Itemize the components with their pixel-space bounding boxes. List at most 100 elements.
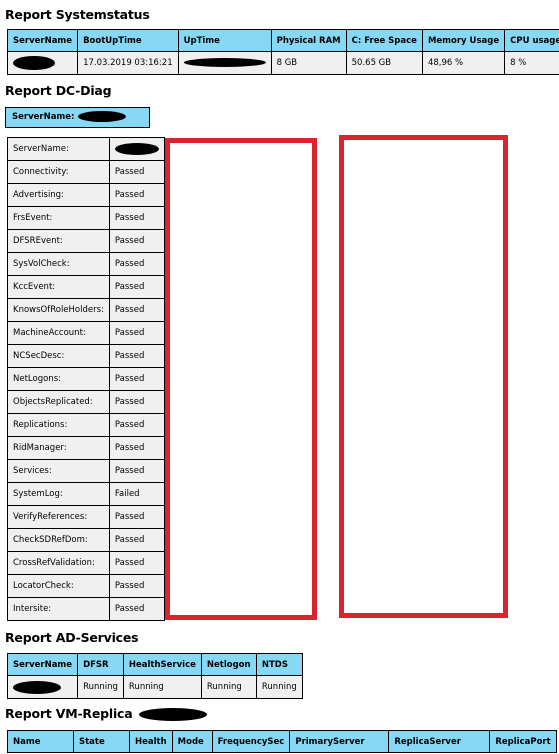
test-name-cell: Intersite: [7, 597, 110, 621]
c-free-space-cell: 50.65 GB [345, 51, 423, 75]
col-header: PrimaryServer [289, 730, 390, 753]
test-name-cell: KnowsOfRoleHolders: [7, 298, 110, 322]
test-name-cell: ServerName: [7, 137, 110, 161]
servername-cell [6, 51, 79, 75]
table-row: LocatorCheck: Passed [7, 574, 165, 598]
vmreplica-title-text: Report VM-Replica [5, 706, 133, 721]
server-label: ServerName: [12, 112, 75, 122]
test-result-cell: Passed [108, 206, 165, 230]
col-header: DFSR [77, 653, 124, 676]
vmreplica-title: Report VM-Replica [5, 706, 207, 721]
test-name-cell: Advertising: [7, 183, 110, 207]
test-name-cell: SysVolCheck: [7, 252, 110, 276]
vmreplica-table: Name State Health Mode FrequencySec Prim… [7, 730, 557, 753]
col-header: Mode [171, 730, 213, 753]
table-row: ServerName: [7, 137, 165, 161]
table-row: SysVolCheck: Passed [7, 252, 165, 276]
test-name-cell: DFSREvent: [7, 229, 110, 253]
dcdiag-table: ServerName: Connectivity: Passed Advertisin… [7, 137, 165, 621]
table-row: Replications: Passed [7, 413, 165, 437]
test-name-cell: NetLogons: [7, 367, 110, 391]
systemstatus-table: ServerName BootUpTime UpTime Physical RA… [6, 29, 559, 75]
test-name-cell: FrsEvent: [7, 206, 110, 230]
test-result-cell: Passed [108, 574, 165, 598]
col-header: BootUpTime [77, 29, 179, 52]
test-result-cell: Passed [108, 597, 165, 621]
redaction-mark [138, 708, 207, 721]
test-result-cell: Passed [108, 298, 165, 322]
col-header: ServerName [6, 29, 79, 52]
test-name-cell: Connectivity: [7, 160, 110, 184]
test-result-cell: Passed [108, 436, 165, 460]
systemstatus-title: Report Systemstatus [5, 7, 150, 22]
adservices-table: ServerName DFSR HealthService Netlogon N… [6, 653, 303, 699]
test-result-cell: Passed [108, 344, 165, 368]
healthservice-cell: Running [122, 675, 202, 699]
col-header: ServerName [6, 653, 79, 676]
col-header: FrequencySec [211, 730, 291, 753]
col-header: Memory Usage [421, 29, 506, 52]
table-row: NCSecDesc: Passed [7, 344, 165, 368]
test-result-cell: Passed [108, 459, 165, 483]
physical-ram-cell: 8 GB [270, 51, 347, 75]
annotation-box-right [339, 135, 508, 618]
ntds-cell: Running [255, 675, 303, 699]
table-row: KccEvent: Passed [7, 275, 165, 299]
col-header: Netlogon [200, 653, 257, 676]
table-row: DFSREvent: Passed [7, 229, 165, 253]
test-result-cell: Passed [108, 528, 165, 552]
test-name-cell: NCSecDesc: [7, 344, 110, 368]
table-row: KnowsOfRoleHolders: Passed [7, 298, 165, 322]
netlogon-cell: Running [200, 675, 257, 699]
redaction-mark [183, 58, 266, 67]
dcdiag-title: Report DC-Diag [5, 83, 112, 98]
test-name-cell: Services: [7, 459, 110, 483]
table-row: FrsEvent: Passed [7, 206, 165, 230]
test-result-cell: Passed [108, 275, 165, 299]
test-name-cell: CrossRefValidation: [7, 551, 110, 575]
table-row: VerifyReferences: Passed [7, 505, 165, 529]
test-result-cell: Passed [108, 252, 165, 276]
test-name-cell: VerifyReferences: [7, 505, 110, 529]
table-row: 17.03.2019 03:16:21 8 GB 50.65 GB 48,96 … [6, 51, 559, 75]
dcdiag-server-header: ServerName: [5, 107, 150, 128]
table-header-row: ServerName DFSR HealthService Netlogon N… [6, 653, 303, 676]
test-result-cell: Passed [108, 367, 165, 391]
table-row: Connectivity: Passed [7, 160, 165, 184]
adservices-title: Report AD-Services [5, 630, 139, 645]
redaction-mark [13, 680, 61, 694]
redaction-mark [78, 111, 127, 122]
test-result-cell: Passed [108, 551, 165, 575]
test-name-cell: Replications: [7, 413, 110, 437]
col-header: Name [7, 730, 74, 753]
col-header: Health [129, 730, 173, 753]
cpu-usage-cell: 8 % [504, 51, 559, 75]
redaction-mark [13, 56, 55, 70]
table-header-row: Name State Health Mode FrequencySec Prim… [7, 730, 557, 753]
uptime-cell [177, 51, 272, 75]
test-result-cell: Failed [108, 482, 165, 506]
test-result-cell: Passed [108, 183, 165, 207]
table-row: Intersite: Passed [7, 597, 165, 621]
table-row: Advertising: Passed [7, 183, 165, 207]
bootuptime-cell: 17.03.2019 03:16:21 [77, 51, 179, 75]
table-row: CheckSDRefDom: Passed [7, 528, 165, 552]
col-header: State [73, 730, 130, 753]
col-header: ReplicaServer [388, 730, 491, 753]
col-header: Physical RAM [270, 29, 347, 52]
test-name-cell: ObjectsReplicated: [7, 390, 110, 414]
col-header: NTDS [255, 653, 303, 676]
table-row: SystemLog: Failed [7, 482, 165, 506]
test-name-cell: KccEvent: [7, 275, 110, 299]
col-header: CPU usage [504, 29, 559, 52]
table-row: CrossRefValidation: Passed [7, 551, 165, 575]
dfsr-cell: Running [77, 675, 124, 699]
test-name-cell: MachineAccount: [7, 321, 110, 345]
memory-usage-cell: 48,96 % [421, 51, 506, 75]
test-name-cell: LocatorCheck: [7, 574, 110, 598]
col-header: UpTime [177, 29, 272, 52]
col-header: HealthService [122, 653, 202, 676]
test-name-cell: CheckSDRefDom: [7, 528, 110, 552]
table-row: NetLogons: Passed [7, 367, 165, 391]
test-name-cell: RidManager: [7, 436, 110, 460]
